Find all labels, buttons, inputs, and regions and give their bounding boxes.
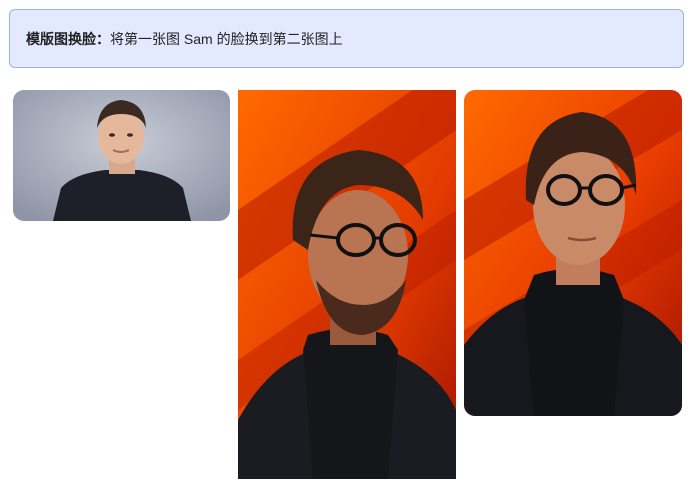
source-face-photo[interactable] bbox=[13, 90, 230, 221]
template-photo[interactable] bbox=[238, 90, 456, 479]
portrait-photo-icon bbox=[238, 90, 456, 479]
portrait-photo-icon bbox=[464, 90, 682, 416]
portrait-photo-icon bbox=[13, 90, 230, 221]
instruction-banner: 模版图换脸： 将第一张图 Sam 的脸换到第二张图上 bbox=[9, 9, 684, 68]
banner-text: 将第一张图 Sam 的脸换到第二张图上 bbox=[110, 30, 343, 47]
result-photo[interactable] bbox=[464, 90, 682, 416]
page: 模版图换脸： 将第一张图 Sam 的脸换到第二张图上 bbox=[0, 0, 695, 499]
banner-label: 模版图换脸： bbox=[26, 30, 110, 47]
